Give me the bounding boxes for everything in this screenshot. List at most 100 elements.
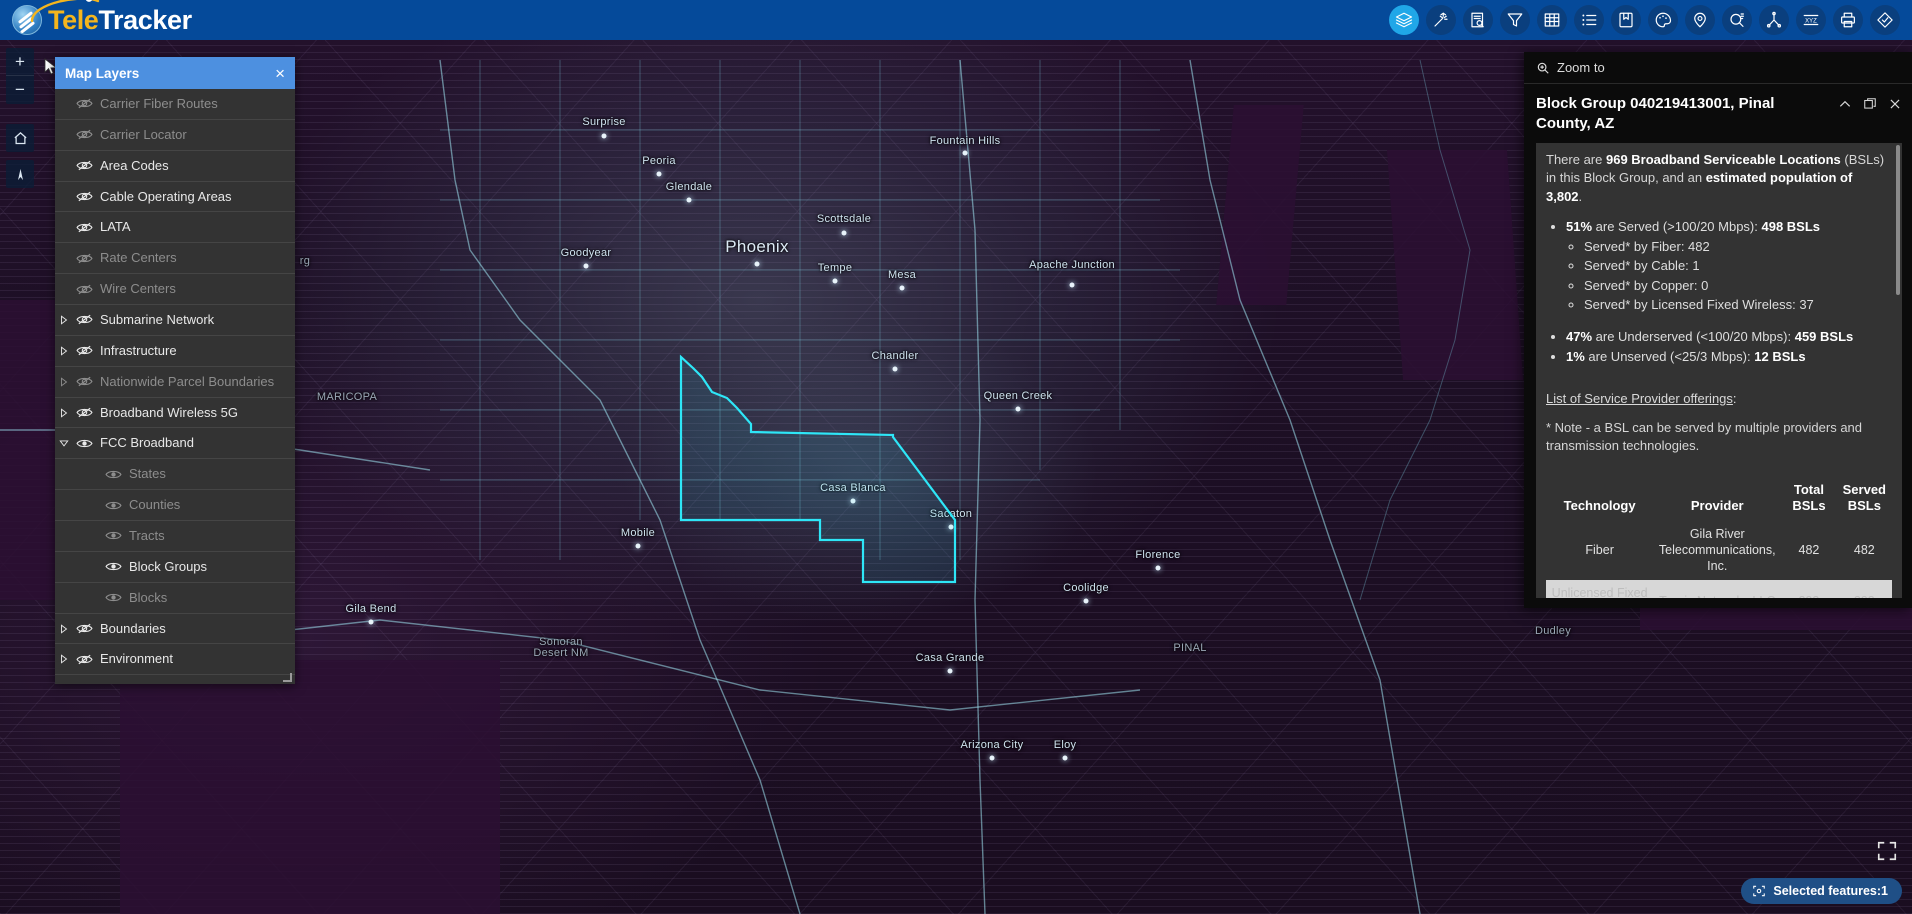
close-icon[interactable]: × — [275, 65, 285, 82]
layer-item-block-groups[interactable]: Block Groups — [55, 552, 295, 583]
zoom-in-button[interactable]: + — [6, 48, 34, 76]
layer-visibility-toggle-boundaries[interactable] — [76, 622, 93, 635]
compass-icon — [17, 168, 23, 180]
summary-suffix: . — [1578, 189, 1583, 205]
home-icon — [13, 131, 27, 144]
layer-item-fcc-broadband[interactable]: FCC Broadband — [55, 428, 295, 460]
layer-item-area-codes[interactable]: Area Codes — [55, 151, 295, 182]
service-provider-offerings-link[interactable]: List of Service Provider offerings — [1546, 391, 1733, 406]
toolbar-palette-button[interactable] — [1648, 5, 1678, 35]
layer-item-carrier-locator[interactable]: Carrier Locator — [55, 120, 295, 151]
zoom-out-button[interactable]: − — [6, 76, 34, 104]
layer-expand-toggle[interactable] — [59, 376, 69, 387]
layer-visibility-toggle-environment[interactable] — [76, 653, 93, 666]
info-panel-scrollbar[interactable] — [1896, 144, 1900, 295]
cell-served-bsls: 482 — [1853, 543, 1875, 558]
layer-visibility-toggle-infrastructure[interactable] — [76, 344, 93, 357]
provider-table-row[interactable]: Unlicensed Fixed Wireless Trepic Networks… — [1546, 580, 1892, 598]
layer-expand-toggle[interactable] — [59, 407, 69, 418]
layer-label: LATA — [100, 219, 131, 235]
layer-item-lata[interactable]: LATA — [55, 212, 295, 244]
collapse-button[interactable] — [1838, 97, 1852, 111]
layer-item-nationwide-parcel-boundaries[interactable]: Nationwide Parcel Boundaries — [55, 367, 295, 398]
home-button[interactable] — [6, 124, 34, 152]
layer-visibility-toggle-carrier-locator[interactable] — [76, 128, 93, 141]
toolbar-share-nodes-button[interactable] — [1759, 5, 1789, 35]
layer-item-states[interactable]: States — [55, 459, 295, 491]
map-place-label: Goodyear — [560, 247, 612, 259]
layer-visibility-toggle-fcc-broadband[interactable] — [76, 437, 93, 450]
layer-visibility-toggle-area-codes[interactable] — [76, 159, 93, 172]
layer-visibility-toggle-blocks[interactable] — [105, 591, 122, 604]
map-place-marker — [989, 755, 995, 761]
layer-expand-toggle[interactable] — [59, 315, 69, 325]
bookmark-icon — [1619, 12, 1633, 28]
layer-item-carrier-fiber-routes[interactable]: Carrier Fiber Routes — [55, 89, 295, 120]
panel-resize-handle[interactable] — [55, 673, 295, 685]
toolbar-layers-button[interactable] — [1389, 5, 1419, 35]
toolbar-table-button[interactable] — [1537, 5, 1567, 35]
toolbar-location-pin-button[interactable] — [1685, 5, 1715, 35]
layer-item-environment[interactable]: Environment — [55, 644, 295, 676]
unserved-item: 1% are Unserved (<25/3 Mbps): 12 BSLs — [1566, 347, 1892, 367]
feature-info-body[interactable]: There are 969 Broadband Serviceable Loca… — [1536, 142, 1902, 598]
close-panel-button[interactable] — [1888, 97, 1902, 111]
served-item: 51% are Served (>100/20 Mbps): 498 BSLs … — [1566, 217, 1892, 315]
map-navigation-tools: + − — [6, 48, 34, 188]
layer-visibility-toggle-block-groups[interactable] — [105, 560, 122, 573]
toolbar-search-button[interactable] — [1722, 5, 1752, 35]
layer-visibility-toggle-rate-centers[interactable] — [76, 252, 93, 265]
layer-visibility-toggle-counties[interactable] — [105, 499, 122, 512]
layer-collapse-toggle[interactable] — [59, 438, 69, 448]
layer-visibility-toggle-wire-centers[interactable] — [76, 283, 93, 296]
layer-visibility-toggle-lata[interactable] — [76, 221, 93, 234]
toolbar-xyz-coordinates-button[interactable]: XYZ — [1796, 5, 1826, 35]
layer-item-blocks[interactable]: Blocks — [55, 583, 295, 614]
chevron-down-icon — [59, 440, 69, 448]
layer-expand-toggle[interactable] — [59, 654, 69, 665]
map-place-marker — [841, 230, 847, 236]
layer-visibility-toggle-states[interactable] — [105, 468, 122, 481]
layer-expand-toggle[interactable] — [59, 623, 69, 634]
zoom-to-button[interactable]: Zoom to — [1524, 52, 1912, 84]
toolbar-magic-wand-button[interactable] — [1426, 5, 1456, 35]
eye-hidden-icon — [76, 346, 93, 356]
toolbar-list-button[interactable] — [1574, 5, 1604, 35]
provider-table-body: Fiber Gila River Telecommunications, Inc.… — [1546, 521, 1892, 598]
layer-visibility-toggle-broadband-wireless-5g[interactable] — [76, 406, 93, 419]
toolbar-document-search-button[interactable] — [1463, 5, 1493, 35]
layer-visibility-toggle-nationwide-parcel-boundaries[interactable] — [76, 375, 93, 388]
layer-item-wire-centers[interactable]: Wire Centers — [55, 274, 295, 306]
compass-button[interactable] — [6, 160, 34, 188]
toolbar-diamond-check-button[interactable] — [1870, 5, 1900, 35]
provider-table-row[interactable]: Fiber Gila River Telecommunications, Inc.… — [1546, 521, 1892, 580]
eye-visible-icon — [105, 563, 122, 571]
layer-visibility-toggle-submarine-network[interactable] — [76, 313, 93, 326]
unserved-pct: 1% — [1566, 349, 1585, 365]
dock-button[interactable] — [1863, 97, 1877, 111]
toolbar-bookmark-button[interactable] — [1611, 5, 1641, 35]
zoom-in-label: + — [15, 51, 25, 71]
layer-item-cable-operating-areas[interactable]: Cable Operating Areas — [55, 182, 295, 213]
layer-item-rate-centers[interactable]: Rate Centers — [55, 243, 295, 275]
layer-item-submarine-network[interactable]: Submarine Network — [55, 305, 295, 336]
service-provider-link-row: List of Service Provider offerings: — [1546, 379, 1892, 406]
bsl-note: * Note - a BSL can be served by multiple… — [1546, 419, 1863, 454]
layer-visibility-toggle-carrier-fiber-routes[interactable] — [76, 97, 93, 110]
map-place-label: Chandler — [871, 350, 919, 362]
map-place-marker — [583, 263, 589, 269]
layer-visibility-toggle-tracts[interactable] — [105, 529, 122, 542]
layer-item-boundaries[interactable]: Boundaries — [55, 614, 295, 645]
layer-expand-toggle[interactable] — [59, 346, 69, 356]
layer-item-tracts[interactable]: Tracts — [55, 521, 295, 552]
layer-item-broadband-wireless-5g[interactable]: Broadband Wireless 5G — [55, 398, 295, 429]
fullscreen-button[interactable] — [1876, 840, 1898, 862]
layer-item-infrastructure[interactable]: Infrastructure — [55, 336, 295, 367]
layer-visibility-toggle-cable-operating-areas[interactable] — [76, 190, 93, 203]
selected-features-badge[interactable]: Selected features:1 — [1741, 878, 1902, 904]
map-place-label: Phoenix — [725, 237, 789, 256]
toolbar-filter-button[interactable] — [1500, 5, 1530, 35]
brand[interactable]: TeleTracker — [0, 0, 192, 36]
layer-item-counties[interactable]: Counties — [55, 490, 295, 522]
toolbar-print-button[interactable] — [1833, 5, 1863, 35]
